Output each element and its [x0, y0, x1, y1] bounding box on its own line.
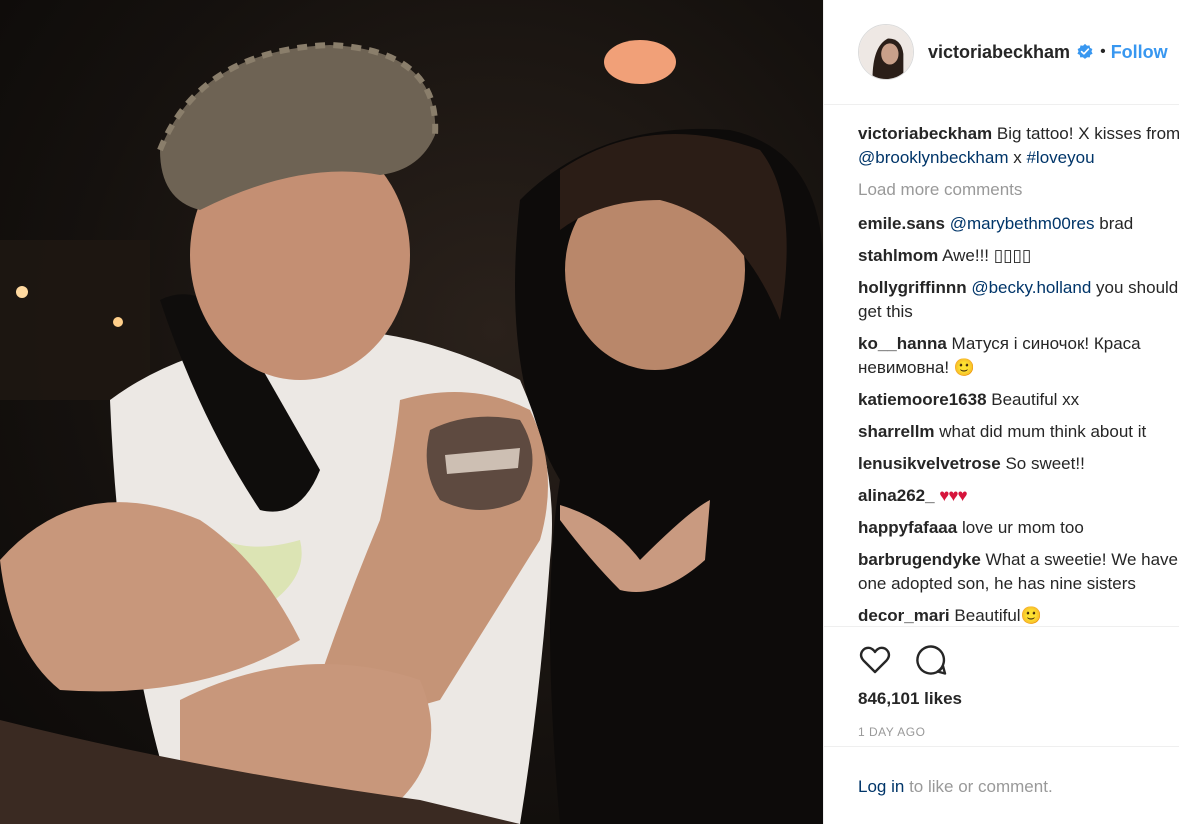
likes-count[interactable]: 846,101 likes — [858, 689, 962, 709]
comment-item: alina262_ ♥♥♥ — [858, 484, 1179, 508]
comment-username[interactable]: katiemoore1638 — [858, 390, 987, 409]
post-timestamp: 1 DAY AGO — [858, 725, 926, 739]
comment-username[interactable]: decor_mari — [858, 606, 950, 625]
comment-username[interactable]: alina262_ — [858, 486, 935, 505]
caption-text: Big tattoo! X kisses from NYC!! — [996, 124, 1179, 143]
comment-mention[interactable]: @marybethm00res — [950, 214, 1095, 233]
comment-item: happyfafaaa love ur mom too — [858, 516, 1179, 540]
post-side-panel: victoriabeckham • Follow victoriabeckham… — [823, 0, 1179, 824]
comment-text: ♥♥♥ — [939, 486, 967, 505]
comment-text: Beautiful xx — [991, 390, 1080, 409]
post-actions: 846,101 likes 1 DAY AGO — [824, 626, 1179, 739]
avatar[interactable] — [858, 24, 914, 80]
comments-list[interactable]: victoriabeckham Big tattoo! X kisses fro… — [858, 122, 1179, 626]
comment-text: brad — [1099, 214, 1134, 233]
comment-bubble-icon[interactable] — [914, 643, 948, 677]
comment-item: barbrugendyke What a sweetie! We have on… — [858, 548, 1179, 596]
comment-username[interactable]: happyfafaaa — [858, 518, 957, 537]
comment-item: stahlmom Awe!!! ▯▯▯▯ — [858, 244, 1179, 268]
comment-mention[interactable]: @becky.holland — [971, 278, 1091, 297]
caption-mid: x — [1013, 148, 1022, 167]
lamp-shape — [604, 40, 676, 84]
comment-item: emile.sans @marybethm00res brad — [858, 212, 1179, 236]
comment-username[interactable]: emile.sans — [858, 214, 945, 233]
heart-icon[interactable] — [858, 643, 892, 677]
comment-item: sharrellm what did mum think about it — [858, 420, 1179, 444]
login-bar: Log in to like or comment. — [824, 746, 1179, 797]
post-photo-illustration — [0, 40, 823, 824]
comment-text: love ur mom too — [961, 518, 1084, 537]
header-separator: • — [1100, 43, 1106, 60]
post-photo[interactable] — [0, 0, 823, 824]
caption: victoriabeckham Big tattoo! X kisses fro… — [858, 122, 1179, 170]
comment-text: what did mum think about it — [939, 422, 1147, 441]
comment-username[interactable]: lenusikvelvetrose — [858, 454, 1001, 473]
comment-text: So sweet!! — [1005, 454, 1085, 473]
comment-text: Awe!!! ▯▯▯▯ — [942, 246, 1032, 265]
comment-username[interactable]: stahlmom — [858, 246, 938, 265]
action-icons — [858, 627, 1179, 693]
comment-item: katiemoore1638 Beautiful xx — [858, 388, 1179, 412]
post-header: victoriabeckham • Follow — [824, 0, 1179, 105]
follow-button[interactable]: Follow — [1111, 42, 1168, 63]
comment-text: Beautiful🙂 — [954, 606, 1042, 625]
login-link[interactable]: Log in — [858, 777, 904, 796]
caption-mention[interactable]: @brooklynbeckham — [858, 148, 1009, 167]
comment-item: ko__hanna Матуся і синочок! Краса невимо… — [858, 332, 1179, 380]
header-username[interactable]: victoriabeckham — [928, 42, 1070, 63]
comment-item: decor_mari Beautiful🙂 — [858, 604, 1179, 626]
login-prompt-text: to like or comment. — [909, 777, 1053, 796]
avatar-image — [859, 25, 913, 79]
comment-username[interactable]: sharrellm — [858, 422, 935, 441]
comment-item: hollygriffinnn @becky.holland you should… — [858, 276, 1179, 324]
caption-hashtag[interactable]: #loveyou — [1026, 148, 1094, 167]
load-more-comments[interactable]: Load more comments — [858, 178, 1179, 202]
verified-badge-icon — [1077, 43, 1093, 59]
comment-username[interactable]: ko__hanna — [858, 334, 947, 353]
comment-username[interactable]: barbrugendyke — [858, 550, 981, 569]
comment-item: lenusikvelvetrose So sweet!! — [858, 452, 1179, 476]
comment-username[interactable]: hollygriffinnn — [858, 278, 967, 297]
caption-username[interactable]: victoriabeckham — [858, 124, 992, 143]
